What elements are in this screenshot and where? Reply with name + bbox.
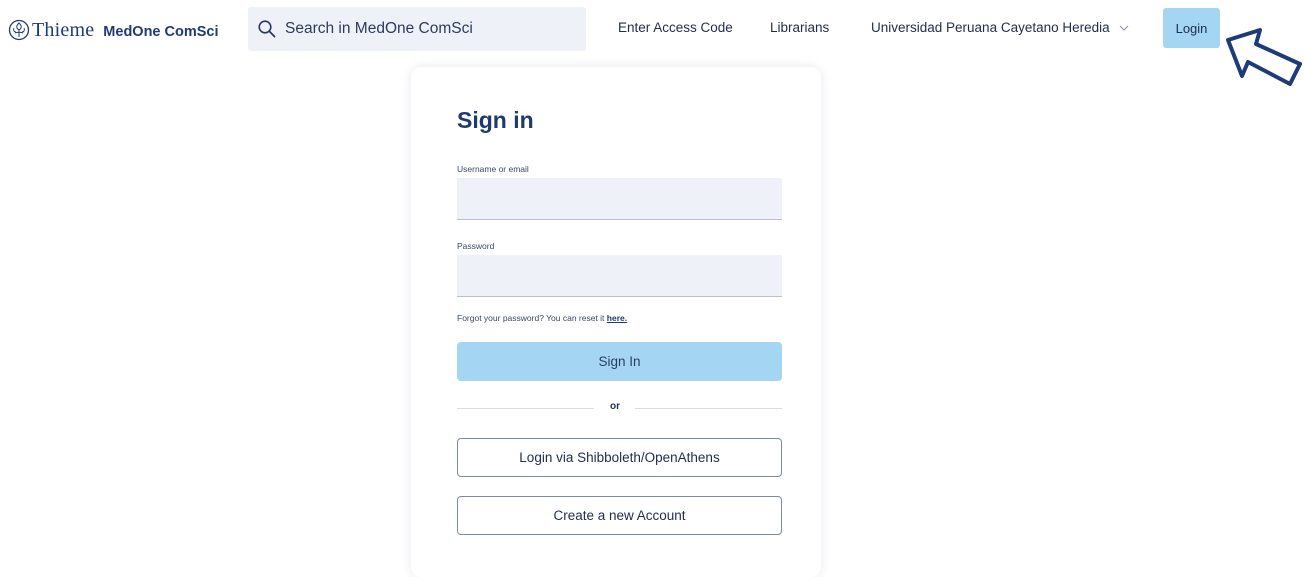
username-label: Username or email [457,164,529,174]
chevron-down-icon [1119,25,1129,31]
enter-access-code-link[interactable]: Enter Access Code [618,20,733,35]
signin-card: Sign in Username or email Password Forgo… [411,67,821,577]
search-input[interactable]: Search in MedOne ComSci [248,7,586,51]
login-button[interactable]: Login [1163,8,1220,48]
divider-line-left [457,408,594,409]
forgot-password-text: Forgot your password? You can reset it h… [457,313,627,323]
shibboleth-login-button[interactable]: Login via Shibboleth/OpenAthens [457,438,782,477]
search-placeholder: Search in MedOne ComSci [285,20,473,37]
password-label: Password [457,241,495,251]
search-icon [258,20,276,38]
or-divider: or [457,398,782,418]
reset-password-link[interactable]: here. [607,313,627,323]
thieme-emblem-icon [8,19,30,41]
signin-title: Sign in [457,107,534,133]
top-header: Thieme MedOne ComSci Search in MedOne Co… [0,0,1304,86]
username-field[interactable] [457,178,782,220]
brand-logo[interactable]: Thieme MedOne ComSci [8,18,219,42]
create-account-button[interactable]: Create a new Account [457,496,782,535]
divider-line-right [635,408,782,409]
brand-name: Thieme [32,18,95,41]
librarians-link[interactable]: Librarians [770,20,829,35]
hand-pointer-arrow-icon [1226,28,1302,86]
forgot-password-prefix: Forgot your password? You can reset it [457,313,607,323]
institution-dropdown[interactable]: Universidad Peruana Cayetano Heredia [871,20,1129,35]
divider-text: or [610,401,620,412]
sign-in-button[interactable]: Sign In [457,342,782,381]
institution-name: Universidad Peruana Cayetano Heredia [871,20,1110,35]
brand-product-name: MedOne ComSci [103,23,219,40]
password-field[interactable] [457,255,782,297]
